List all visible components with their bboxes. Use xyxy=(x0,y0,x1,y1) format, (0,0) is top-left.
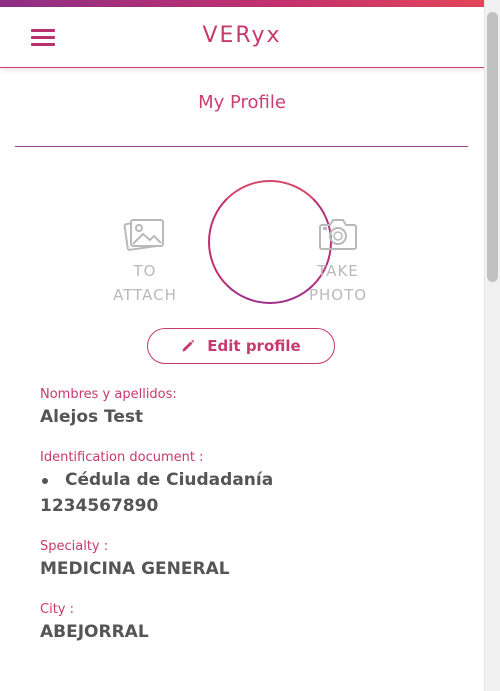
camera-icon xyxy=(319,219,357,250)
profile-content: My Profile TO ATTACH TAKE PHOTO Edit pro… xyxy=(0,68,484,691)
city-value: ABEJORRAL xyxy=(40,622,149,642)
title-divider xyxy=(15,146,468,147)
specialty-label: Specialty : xyxy=(40,539,109,554)
name-field: Nombres y apellidos: Alejos Test xyxy=(40,386,460,430)
image-gallery-icon xyxy=(123,219,164,251)
attach-label-line1: TO xyxy=(133,262,157,280)
city-field: City : ABEJORRAL xyxy=(40,601,460,645)
photo-label-line2: PHOTO xyxy=(308,286,368,304)
id-document-list: Cédula de Ciudadanía xyxy=(40,467,460,493)
id-document-label: Identification document : xyxy=(40,450,204,465)
attach-label-line2: ATTACH xyxy=(113,286,177,304)
edit-profile-button[interactable]: Edit profile xyxy=(147,328,335,364)
pencil-icon xyxy=(182,339,195,352)
vertical-scrollbar[interactable] xyxy=(484,0,500,691)
app-title: VERyx xyxy=(202,23,282,48)
edit-profile-label: Edit profile xyxy=(207,337,301,355)
id-document-number: 1234567890 xyxy=(40,496,159,516)
id-document-field: Identification document : Cédula de Ciud… xyxy=(40,449,460,519)
id-document-type: Cédula de Ciudadanía xyxy=(40,467,460,493)
top-gradient-bar xyxy=(0,0,484,7)
name-label: Nombres y apellidos: xyxy=(40,387,177,402)
page-title: My Profile xyxy=(198,92,286,113)
attach-photo-button[interactable]: TO ATTACH xyxy=(105,213,185,307)
specialty-value: MEDICINA GENERAL xyxy=(40,559,230,579)
take-photo-button[interactable]: TAKE PHOTO xyxy=(298,213,378,307)
name-value: Alejos Test xyxy=(40,407,144,427)
scrollbar-thumb[interactable] xyxy=(487,12,498,282)
photo-label-line1: TAKE xyxy=(317,262,359,280)
city-label: City : xyxy=(40,602,74,617)
specialty-field: Specialty : MEDICINA GENERAL xyxy=(40,538,460,582)
app-header: VERyx xyxy=(0,7,484,68)
profile-fields: Nombres y apellidos: Alejos Test Identif… xyxy=(40,386,460,664)
